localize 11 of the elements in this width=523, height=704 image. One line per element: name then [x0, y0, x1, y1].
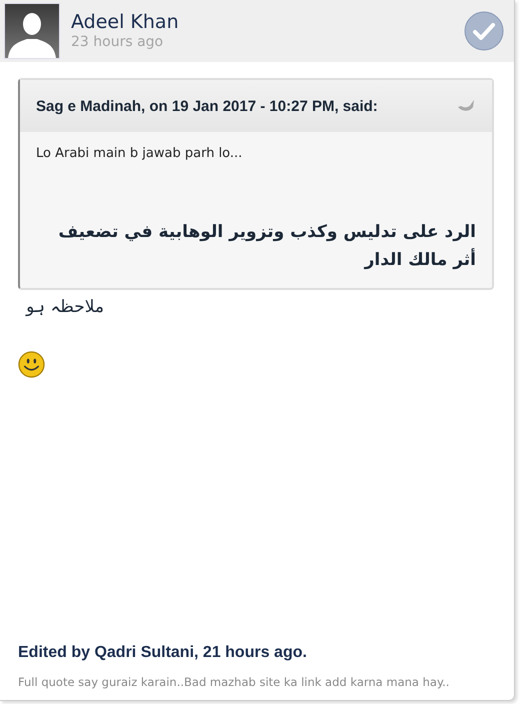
- avatar-icon[interactable]: [4, 3, 60, 59]
- author-name[interactable]: Adeel Khan: [71, 11, 464, 33]
- check-icon[interactable]: [464, 11, 504, 51]
- quote-text: Lo Arabi main b jawab parh lo...: [36, 146, 244, 161]
- edit-title: Edited by Qadri Sultani, 21 hours ago.: [18, 644, 308, 662]
- edit-reason: Full quote say guraiz karain..Bad mazhab site ka link add karna mana hay..: [18, 674, 450, 691]
- quote-text: الرد على تدليس وكذب وتزوير الوهابية في تضعيف أثر مالك الدار: [57, 221, 476, 272]
- smiley-icon: [18, 351, 45, 378]
- quote-citation: Sag e Madinah, on 19 Jan 2017 - 10:27 PM, said:: [36, 98, 379, 114]
- post-text: ملاحظہ ہو: [24, 296, 104, 317]
- post-time: 23 hours ago: [71, 33, 164, 51]
